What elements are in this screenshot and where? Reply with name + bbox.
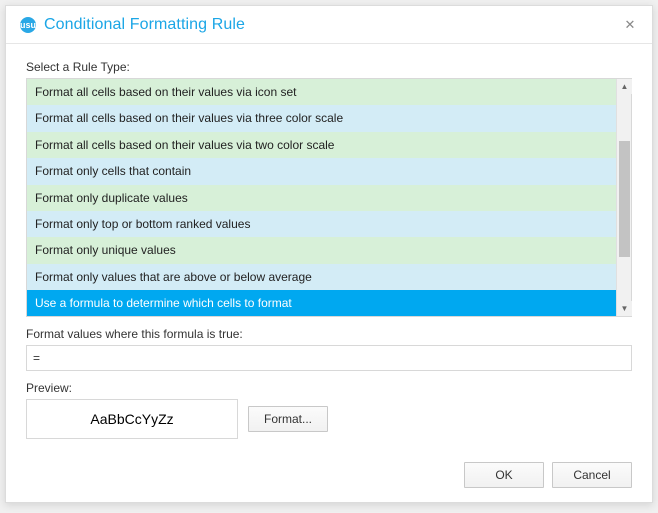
scroll-up-icon[interactable]: ▲	[617, 79, 632, 94]
preview-row: AaBbCcYyZz Format...	[26, 399, 632, 439]
cancel-button[interactable]: Cancel	[552, 462, 632, 488]
rule-type-item[interactable]: Format only top or bottom ranked values	[27, 211, 631, 237]
format-button[interactable]: Format...	[248, 406, 328, 432]
close-icon[interactable]: ✕	[618, 13, 642, 37]
scrollbar-track[interactable]: ▲ ▼	[616, 79, 631, 316]
formula-label: Format values where this formula is true…	[26, 327, 632, 341]
dialog: usu Conditional Formatting Rule ✕ Select…	[5, 5, 653, 503]
preview-label: Preview:	[26, 381, 632, 395]
dialog-title: Conditional Formatting Rule	[44, 16, 618, 34]
ok-button[interactable]: OK	[464, 462, 544, 488]
select-rule-type-label: Select a Rule Type:	[26, 60, 632, 74]
rule-type-item[interactable]: Format only cells that contain	[27, 158, 631, 184]
rule-type-item[interactable]: Format only duplicate values	[27, 185, 631, 211]
scroll-down-icon[interactable]: ▼	[617, 301, 632, 316]
preview-box: AaBbCcYyZz	[26, 399, 238, 439]
titlebar: usu Conditional Formatting Rule ✕	[6, 6, 652, 44]
formula-input[interactable]	[26, 345, 632, 371]
dialog-footer: OK Cancel	[464, 462, 632, 488]
rule-type-item[interactable]: Format all cells based on their values v…	[27, 105, 631, 131]
rule-type-item[interactable]: Format only unique values	[27, 237, 631, 263]
app-icon: usu	[20, 17, 36, 33]
scrollbar-thumb[interactable]	[619, 141, 630, 257]
dialog-body: Select a Rule Type: Format all cells bas…	[6, 44, 652, 453]
rule-type-item[interactable]: Use a formula to determine which cells t…	[27, 290, 631, 316]
rule-type-list: Format all cells based on their values v…	[26, 78, 632, 317]
rule-type-item[interactable]: Format only values that are above or bel…	[27, 264, 631, 290]
rule-type-item[interactable]: Format all cells based on their values v…	[27, 79, 631, 105]
rule-type-item[interactable]: Format all cells based on their values v…	[27, 132, 631, 158]
